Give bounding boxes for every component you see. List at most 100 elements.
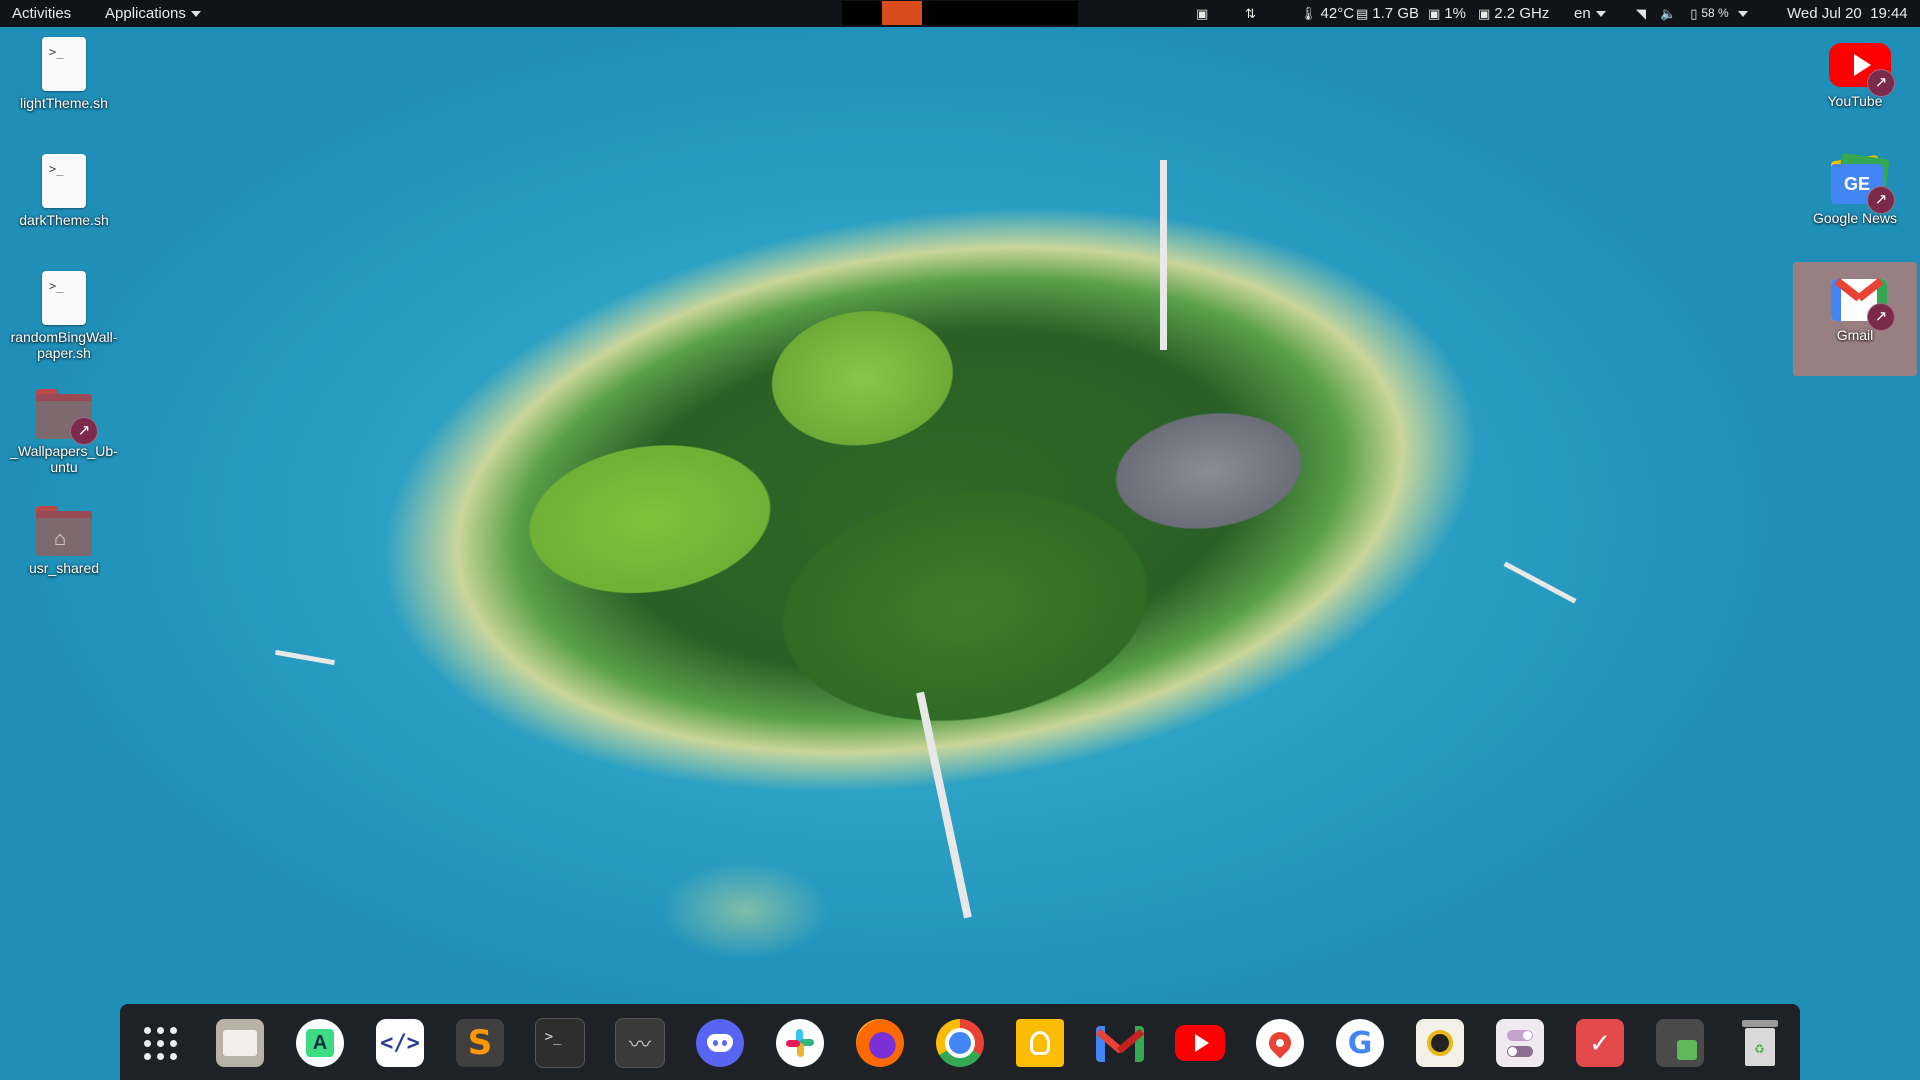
google-icon: G xyxy=(1336,1019,1384,1067)
monitor-indicator[interactable]: ▣ xyxy=(1196,0,1208,27)
dock-item-system-monitor[interactable]: 〰 xyxy=(615,1018,665,1068)
terminal-icon: >_ xyxy=(535,1018,585,1068)
applications-label: Applications xyxy=(105,5,186,22)
tweaks-icon xyxy=(1496,1019,1544,1067)
trash-icon: ♻ xyxy=(1742,1020,1778,1066)
desktop-item-randombingwallpaper[interactable]: >_ randomBingWall-paper.sh xyxy=(2,271,126,361)
android-studio-icon: A xyxy=(296,1019,344,1067)
files-icon xyxy=(216,1019,264,1067)
battery-icon: ▯ xyxy=(1690,6,1698,21)
dock-item-google[interactable]: G xyxy=(1335,1018,1385,1068)
applications-menu[interactable]: Applications xyxy=(105,0,201,27)
gmail-icon: ↗ xyxy=(1825,271,1895,331)
rhythmbox-icon xyxy=(1416,1019,1464,1067)
dock-item-code-editor[interactable]: </> xyxy=(375,1018,425,1068)
desktop-item-label: lightTheme.sh xyxy=(20,95,108,111)
keyboard-layout-menu[interactable]: en xyxy=(1574,0,1606,27)
desktop-item-label: randomBingWall-paper.sh xyxy=(10,329,118,361)
dock-item-firefox[interactable] xyxy=(855,1018,905,1068)
active-window-marker xyxy=(882,1,922,25)
todo-icon: ✓ xyxy=(1576,1019,1624,1067)
memory-indicator[interactable]: ▤ 1.7 GB xyxy=(1356,0,1419,27)
dock-item-files[interactable] xyxy=(215,1018,265,1068)
desktop-item-label: darkTheme.sh xyxy=(19,212,109,228)
script-file-icon: >_ xyxy=(42,154,86,208)
desktop-item-darktheme[interactable]: >_ darkTheme.sh xyxy=(2,154,126,228)
dock-item-tweaks[interactable] xyxy=(1495,1018,1545,1068)
keyboard-layout-label: en xyxy=(1574,5,1591,22)
desktop-wallpaper xyxy=(0,0,1920,1080)
cpu-freq-value: 2.2 GHz xyxy=(1494,5,1550,22)
dock-item-sublime-text[interactable]: S xyxy=(455,1018,505,1068)
top-panel: Activities Applications ▣ ⇅ 🌡 42°C ▤ 1.7… xyxy=(0,0,1920,27)
dock-item-extensions[interactable] xyxy=(1655,1018,1705,1068)
discord-icon xyxy=(696,1019,744,1067)
dock-item-slack[interactable] xyxy=(775,1018,825,1068)
dock-item-android-studio[interactable]: A xyxy=(295,1018,345,1068)
desktop-item-youtube[interactable]: ↗ YouTube xyxy=(1793,37,1917,109)
link-arrow-icon: ↗ xyxy=(1867,303,1895,331)
wallpaper-island xyxy=(312,112,1548,888)
network-indicator[interactable]: ⇅ xyxy=(1245,0,1256,27)
cpu-icon: ▣ xyxy=(1428,6,1441,21)
clock[interactable]: Wed Jul 20 19:44 xyxy=(1787,0,1908,27)
volume-icon: 🔈 xyxy=(1660,6,1677,21)
code-editor-icon: </> xyxy=(376,1019,424,1067)
memory-value: 1.7 GB xyxy=(1372,5,1419,22)
wifi-icon: ◥ xyxy=(1636,6,1646,21)
dock-item-keep[interactable] xyxy=(1015,1018,1065,1068)
cpu-freq-indicator[interactable]: ▣ 2.2 GHz xyxy=(1478,0,1549,27)
desktop-item-label: Google News xyxy=(1812,210,1898,226)
chevron-down-icon xyxy=(190,11,201,18)
chrome-icon xyxy=(936,1019,984,1067)
desktop-item-google-news[interactable]: GE ↗ Google News xyxy=(1793,152,1917,226)
dock-item-gmail[interactable] xyxy=(1095,1018,1145,1068)
youtube-icon xyxy=(1175,1025,1225,1061)
dock-item-todo[interactable]: ✓ xyxy=(1575,1018,1625,1068)
dock-item-chrome[interactable] xyxy=(935,1018,985,1068)
home-icon: ⌂ xyxy=(54,528,67,550)
network-icon: ⇅ xyxy=(1245,6,1256,21)
dock: A </> S >_ 〰 G ✓ ♻ xyxy=(120,1004,1800,1080)
dock-item-maps[interactable] xyxy=(1255,1018,1305,1068)
activities-button[interactable]: Activities xyxy=(12,0,71,27)
desktop-item-wallpapers-folder[interactable]: ↗ _Wallpapers_Ub-untu xyxy=(2,389,126,475)
dock-item-app-grid[interactable] xyxy=(135,1018,185,1068)
workspace-preview[interactable] xyxy=(842,1,1078,25)
script-file-icon: >_ xyxy=(42,37,86,91)
dock-item-rhythmbox[interactable] xyxy=(1415,1018,1465,1068)
dock-item-trash[interactable]: ♻ xyxy=(1735,1018,1785,1068)
folder-link-icon: ↗ xyxy=(36,389,98,445)
system-monitor-icon: 〰 xyxy=(615,1018,665,1068)
memory-icon: ▤ xyxy=(1356,6,1369,21)
desktop-item-usr-shared[interactable]: ⌂ usr_shared xyxy=(2,506,126,576)
slack-icon xyxy=(776,1019,824,1067)
keep-icon xyxy=(1016,1019,1064,1067)
temperature-indicator[interactable]: 🌡 42°C xyxy=(1300,0,1354,27)
maps-icon xyxy=(1256,1019,1304,1067)
cpu-freq-icon: ▣ xyxy=(1478,6,1491,21)
datetime-label: Wed Jul 20 19:44 xyxy=(1787,5,1908,22)
dock-item-youtube[interactable] xyxy=(1175,1018,1225,1068)
desktop-item-label: _Wallpapers_Ub-untu xyxy=(10,443,118,475)
google-news-icon: GE ↗ xyxy=(1825,152,1895,214)
youtube-icon: ↗ xyxy=(1825,37,1895,97)
home-folder-icon: ⌂ xyxy=(36,506,92,556)
link-arrow-icon: ↗ xyxy=(1867,186,1895,214)
wallpaper-pier xyxy=(1503,561,1577,604)
desktop-item-label: usr_shared xyxy=(28,560,100,576)
dock-item-discord[interactable] xyxy=(695,1018,745,1068)
extensions-icon xyxy=(1656,1019,1704,1067)
firefox-icon xyxy=(856,1019,904,1067)
desktop-item-label: YouTube xyxy=(1827,93,1883,109)
cpu-load-value: 1% xyxy=(1444,5,1466,22)
script-file-icon: >_ xyxy=(42,271,86,325)
app-grid-icon xyxy=(143,1026,177,1060)
dock-item-terminal[interactable]: >_ xyxy=(535,1018,585,1068)
cpu-load-indicator[interactable]: ▣ 1% xyxy=(1428,0,1466,27)
desktop-item-lighttheme[interactable]: >_ lightTheme.sh xyxy=(2,37,126,111)
system-menu[interactable]: ◥ 🔈 ▯ 58 % xyxy=(1636,0,1748,27)
link-arrow-icon: ↗ xyxy=(1867,69,1895,97)
desktop-item-gmail[interactable]: ↗ Gmail xyxy=(1793,262,1917,376)
thermometer-icon: 🌡 xyxy=(1300,6,1317,21)
